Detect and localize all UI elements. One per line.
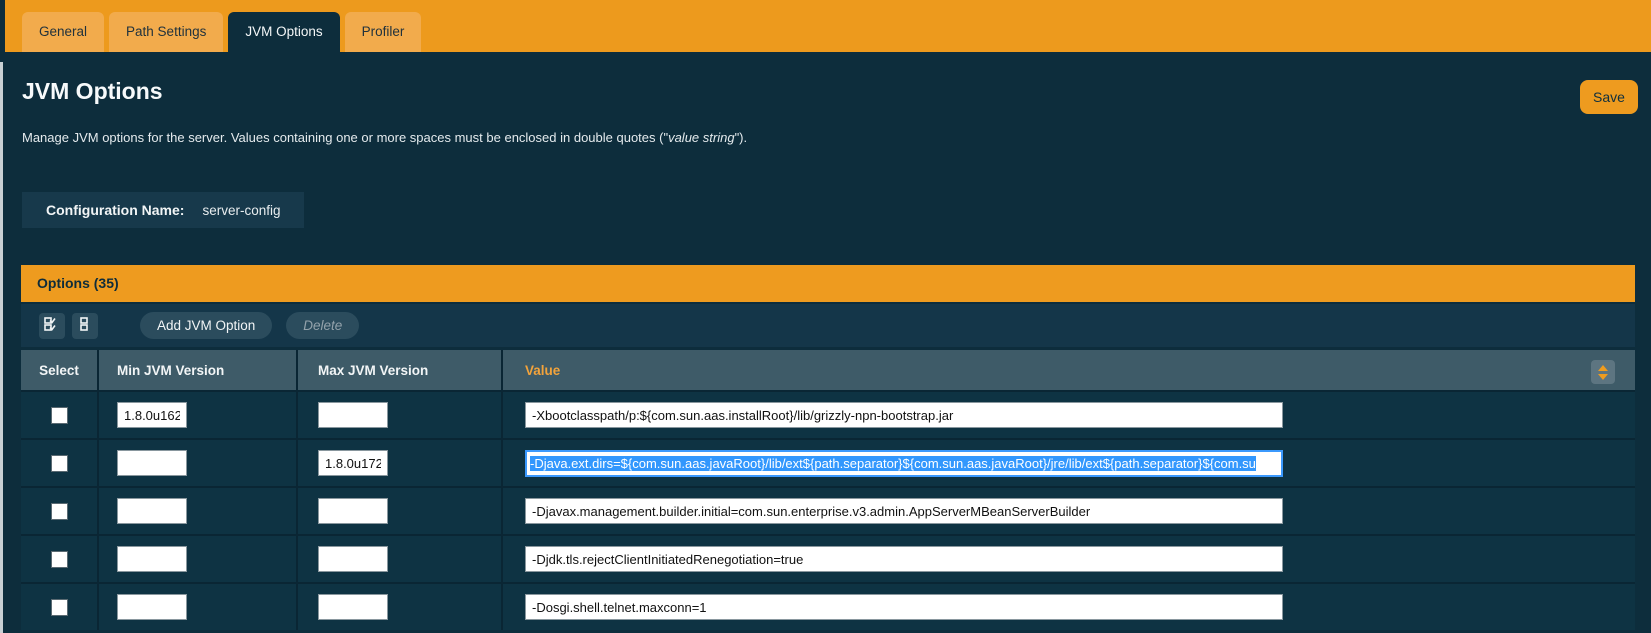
select-all-button[interactable] [39,313,65,339]
selected-text: -Djava.ext.dirs=${com.sun.aas.javaRoot}/… [530,456,1256,471]
table-row [21,534,1635,582]
jvm-option-value-input-selected[interactable]: -Djava.ext.dirs=${com.sun.aas.javaRoot}/… [525,450,1283,477]
configuration-name-label: Configuration Name: [46,202,184,218]
min-jvm-version-input[interactable] [117,498,187,524]
row-checkbox[interactable] [51,599,68,616]
column-header-max-jvm-version: Max JVM Version [298,350,503,390]
save-button[interactable]: Save [1580,80,1638,114]
max-jvm-version-input[interactable] [318,546,388,572]
options-toolbar: Add JVM Option Delete [21,302,1635,347]
max-jvm-version-input[interactable] [318,594,388,620]
min-jvm-version-input[interactable] [117,450,187,476]
sort-button[interactable] [1591,360,1615,384]
column-header-value[interactable]: Value [503,350,1635,390]
description-text: Manage JVM options for the server. Value… [22,130,668,145]
tab-general[interactable]: General [22,12,104,52]
min-jvm-version-input[interactable] [117,546,187,572]
tab-band: General Path Settings JVM Options Profil… [0,0,1651,52]
description-suffix: "). [735,130,748,145]
delete-button[interactable]: Delete [286,312,359,339]
configuration-name-value: server-config [202,203,280,218]
sort-down-icon [1598,374,1608,380]
sort-up-icon [1598,365,1608,371]
table-row [21,486,1635,534]
jvm-option-value-input[interactable] [525,402,1283,428]
tab-jvm-options[interactable]: JVM Options [228,12,339,52]
description-italic: value string [668,130,734,145]
left-edge-strip [0,62,3,633]
jvm-option-value-input[interactable] [525,546,1283,572]
table-header-row: Select Min JVM Version Max JVM Version V… [21,347,1635,390]
tab-path-settings[interactable]: Path Settings [109,12,223,52]
min-jvm-version-input[interactable] [117,402,187,428]
table-row [21,582,1635,630]
column-header-min-jvm-version: Min JVM Version [99,350,298,390]
row-checkbox[interactable] [51,455,68,472]
row-checkbox[interactable] [51,551,68,568]
corner-notch [0,0,5,52]
jvm-option-value-input[interactable] [525,498,1283,524]
page-title: JVM Options [22,78,163,105]
page-description: Manage JVM options for the server. Value… [22,130,747,145]
max-jvm-version-input[interactable] [318,402,388,428]
jvm-options-page: General Path Settings JVM Options Profil… [0,0,1651,633]
select-all-icon [44,316,60,335]
deselect-all-button[interactable] [72,313,98,339]
row-checkbox[interactable] [51,503,68,520]
configuration-name-box: Configuration Name: server-config [22,192,304,228]
max-jvm-version-input[interactable] [318,450,388,476]
deselect-all-icon [77,316,93,335]
table-row: -Djava.ext.dirs=${com.sun.aas.javaRoot}/… [21,438,1635,486]
add-jvm-option-button[interactable]: Add JVM Option [140,312,272,339]
table-row [21,390,1635,438]
min-jvm-version-input[interactable] [117,594,187,620]
column-header-select: Select [21,350,99,390]
tab-profiler[interactable]: Profiler [345,12,422,52]
tab-list: General Path Settings JVM Options Profil… [22,12,421,52]
options-panel: Options (35) [21,265,1635,630]
max-jvm-version-input[interactable] [318,498,388,524]
jvm-option-value-input[interactable] [525,594,1283,620]
options-panel-title: Options (35) [21,265,1635,302]
row-checkbox[interactable] [51,407,68,424]
